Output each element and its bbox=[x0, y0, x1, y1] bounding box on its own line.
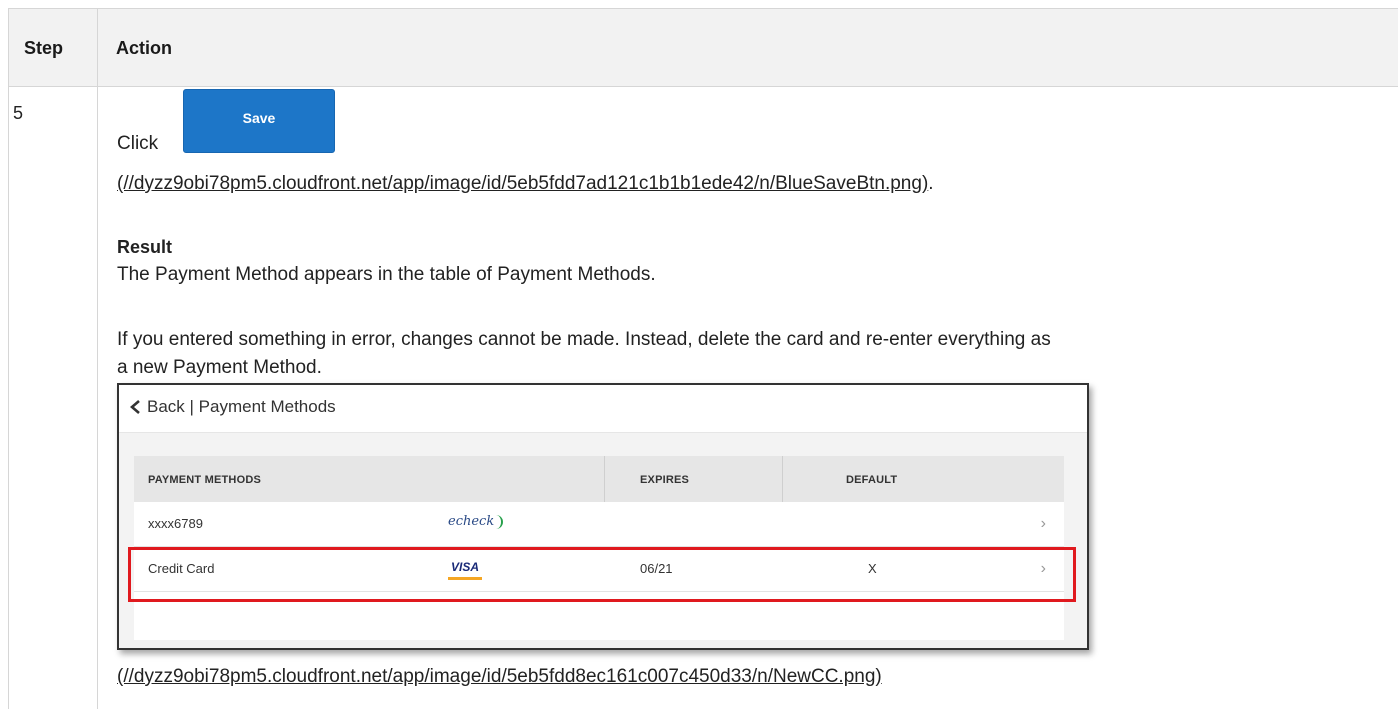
screenshot-image-link-line: (//dyzz9obi78pm5.cloudfront.net/app/imag… bbox=[117, 666, 882, 688]
period: . bbox=[928, 173, 934, 194]
chevron-right-icon: › bbox=[1040, 515, 1046, 532]
table-header-row: Step Action bbox=[9, 9, 1398, 87]
error-note-line2: a new Payment Method. bbox=[117, 357, 322, 378]
echeck-logo-icon: echeck bbox=[448, 514, 504, 529]
save-image-link[interactable]: (//dyzz9obi78pm5.cloudfront.net/app/imag… bbox=[117, 173, 928, 194]
table-row[interactable]: xxxx6789 echeck › bbox=[134, 502, 1064, 547]
payment-methods-table-header: PAYMENT METHODS EXPIRES DEFAULT bbox=[134, 456, 1064, 502]
column-divider bbox=[97, 9, 98, 709]
screenshot-body: PAYMENT METHODS EXPIRES DEFAULT xxxx6789… bbox=[119, 433, 1087, 648]
save-image-link-line: (//dyzz9obi78pm5.cloudfront.net/app/imag… bbox=[117, 173, 934, 195]
echeck-logo-text: echeck bbox=[448, 514, 495, 529]
screenshot-image-link[interactable]: (//dyzz9obi78pm5.cloudfront.net/app/imag… bbox=[117, 666, 882, 687]
error-note-line1: If you entered something in error, chang… bbox=[117, 329, 1051, 350]
column-header-expires: EXPIRES bbox=[640, 474, 690, 486]
back-link[interactable]: Back | Payment Methods bbox=[147, 397, 336, 417]
result-label: Result bbox=[117, 237, 173, 257]
screenshot-header: Back | Payment Methods bbox=[119, 385, 1087, 433]
step-number: 5 bbox=[13, 103, 24, 123]
highlight-box bbox=[128, 547, 1076, 602]
payment-method-name: xxxx6789 bbox=[148, 516, 203, 531]
column-header-payment-methods: PAYMENT METHODS bbox=[148, 474, 262, 486]
step-column-header: Step bbox=[24, 38, 64, 58]
click-instruction: Click bbox=[117, 133, 159, 154]
header-divider bbox=[782, 456, 783, 502]
result-text: The Payment Method appears in the table … bbox=[117, 264, 656, 285]
header-divider bbox=[604, 456, 605, 502]
payment-methods-screenshot: Back | Payment Methods PAYMENT METHODS E… bbox=[117, 383, 1089, 650]
save-button[interactable]: Save bbox=[183, 89, 335, 153]
action-column-header: Action bbox=[116, 38, 172, 58]
column-header-default: DEFAULT bbox=[846, 474, 898, 486]
chevron-left-icon bbox=[130, 400, 140, 414]
